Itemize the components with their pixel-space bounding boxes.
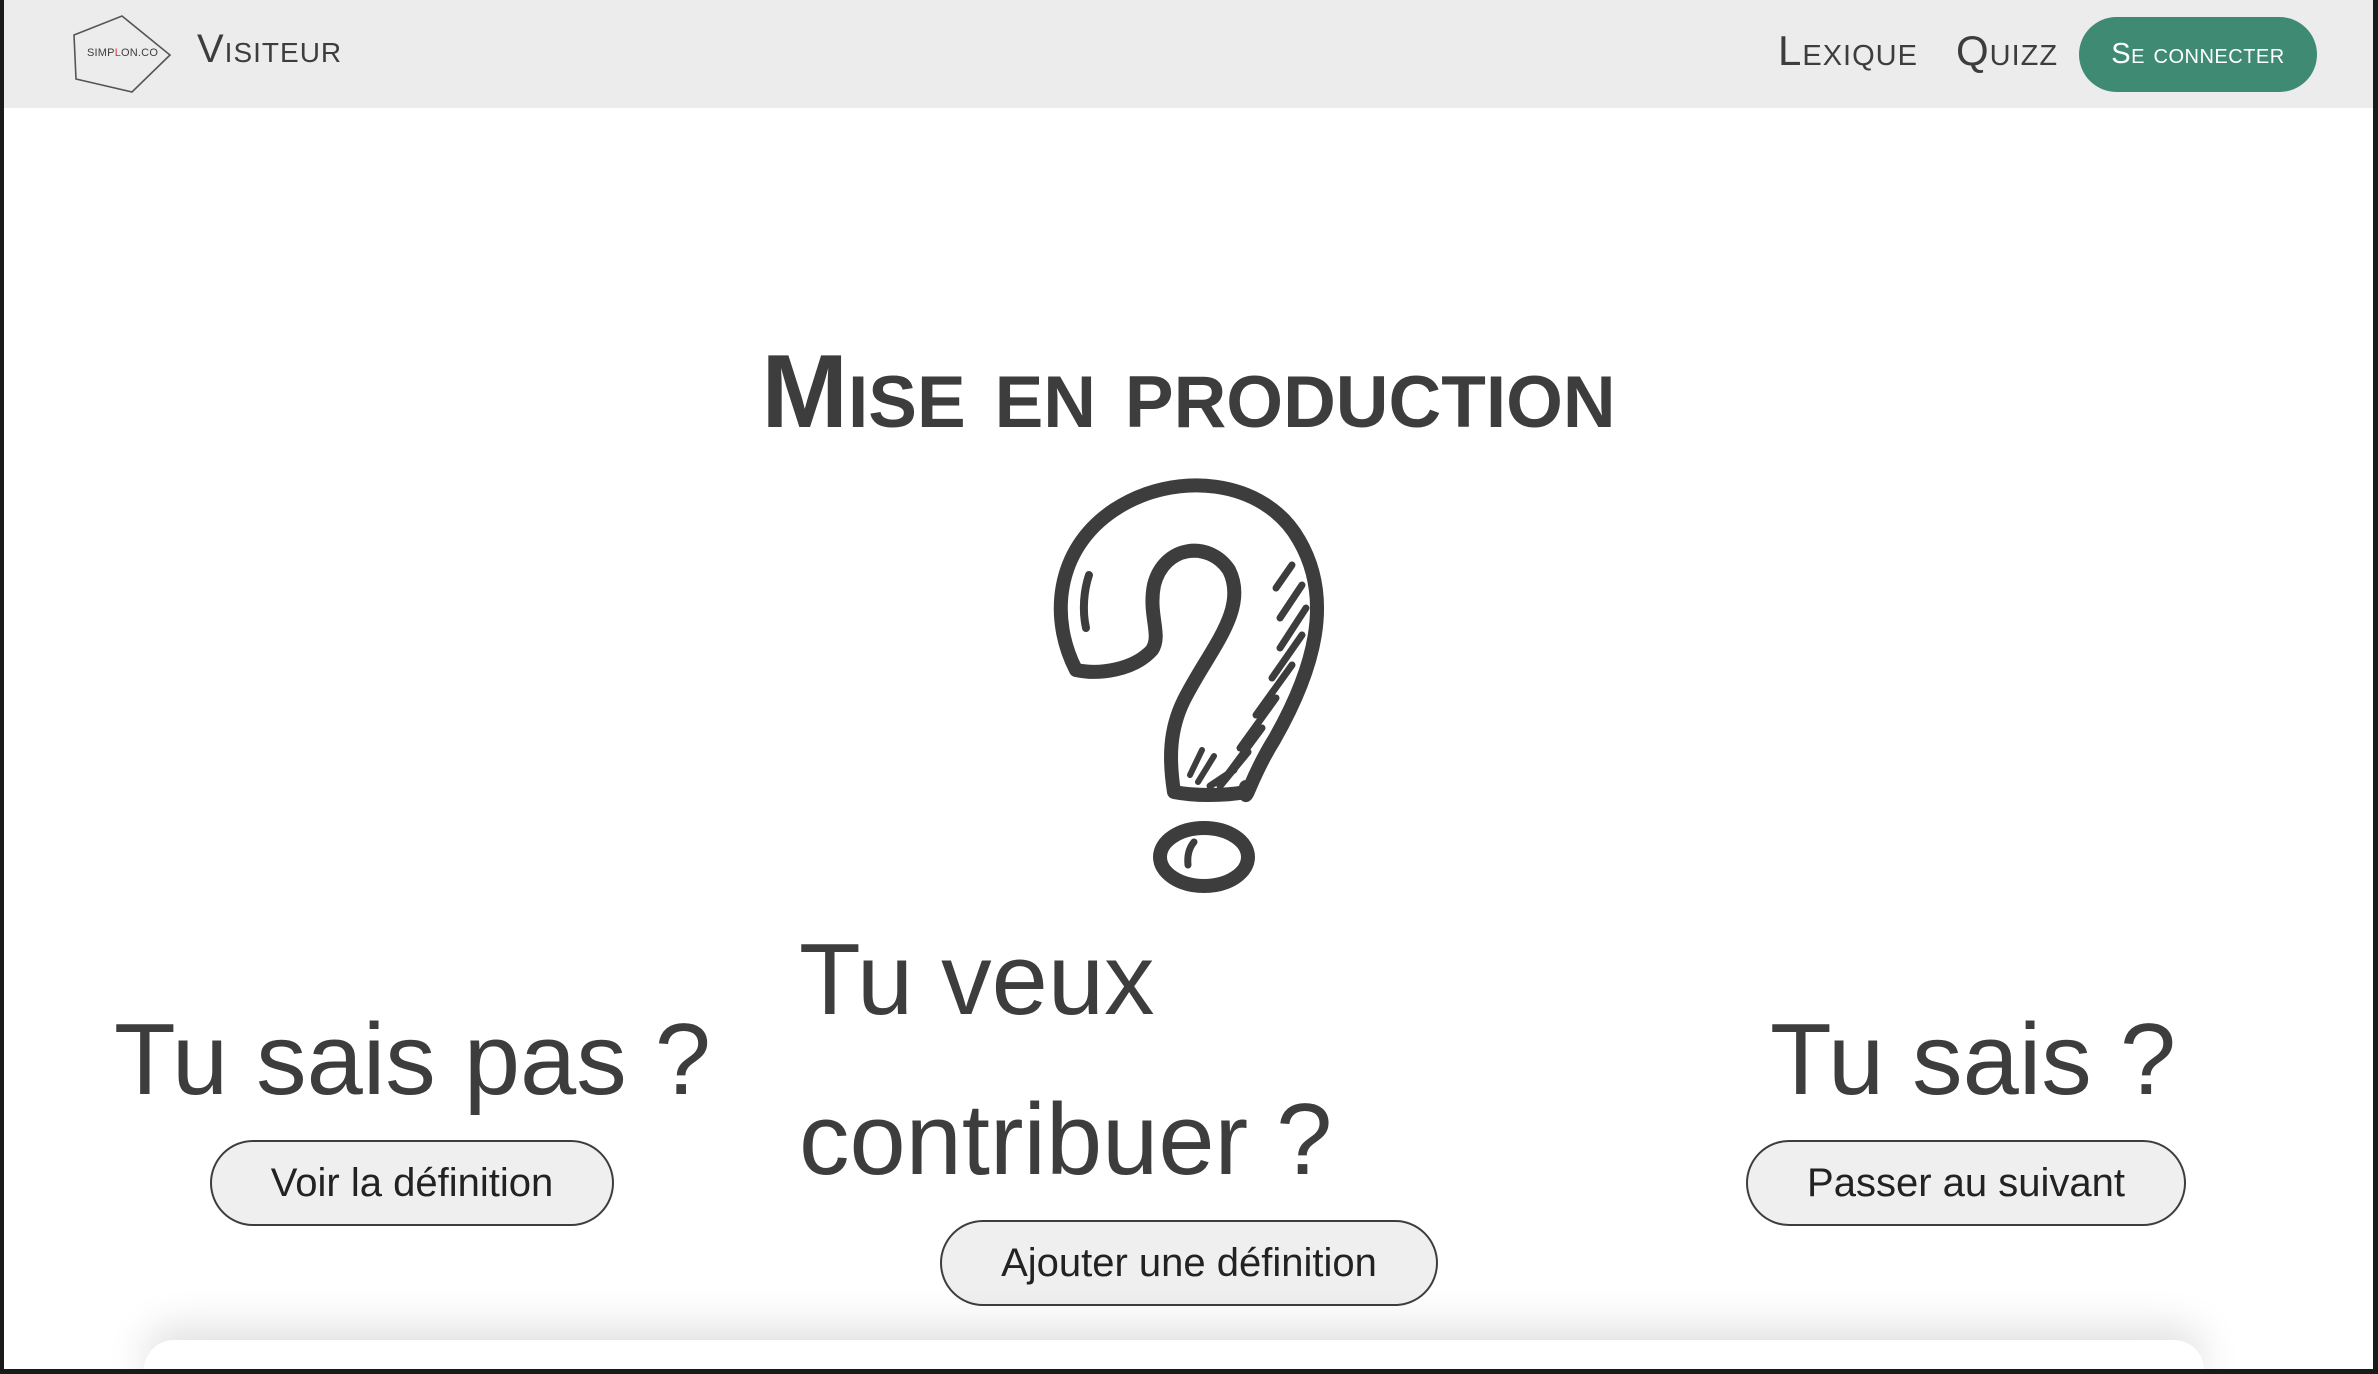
dont-know-prompt: Tu sais pas ?: [114, 1004, 711, 1116]
next-term-button[interactable]: Passer au suivant: [1746, 1140, 2186, 1226]
user-role-label: Visiteur: [197, 27, 343, 71]
logo-text: SIMPLON.CO: [87, 47, 159, 59]
page: SIMPLON.CO Visiteur Lexique Quizz Se con…: [4, 0, 2373, 1369]
add-definition-button[interactable]: Ajouter une définition: [940, 1220, 1438, 1306]
show-definition-button[interactable]: Voir la définition: [210, 1140, 614, 1226]
card-shadow: [144, 1340, 2204, 1369]
know-prompt: Tu sais ?: [1770, 1004, 2177, 1116]
contribute-prompt: Tu veux contribuer ?: [799, 924, 1333, 1196]
question-mark-icon: [1044, 470, 1344, 900]
login-button[interactable]: Se connecter: [2079, 17, 2317, 92]
nav-link-quizz[interactable]: Quizz: [1956, 27, 2058, 75]
term-title: Mise en production: [761, 334, 1616, 450]
nav-link-lexique[interactable]: Lexique: [1778, 27, 1918, 75]
simplon-logo[interactable]: SIMPLON.CO: [70, 13, 174, 95]
navbar: SIMPLON.CO Visiteur Lexique Quizz Se con…: [4, 0, 2373, 108]
